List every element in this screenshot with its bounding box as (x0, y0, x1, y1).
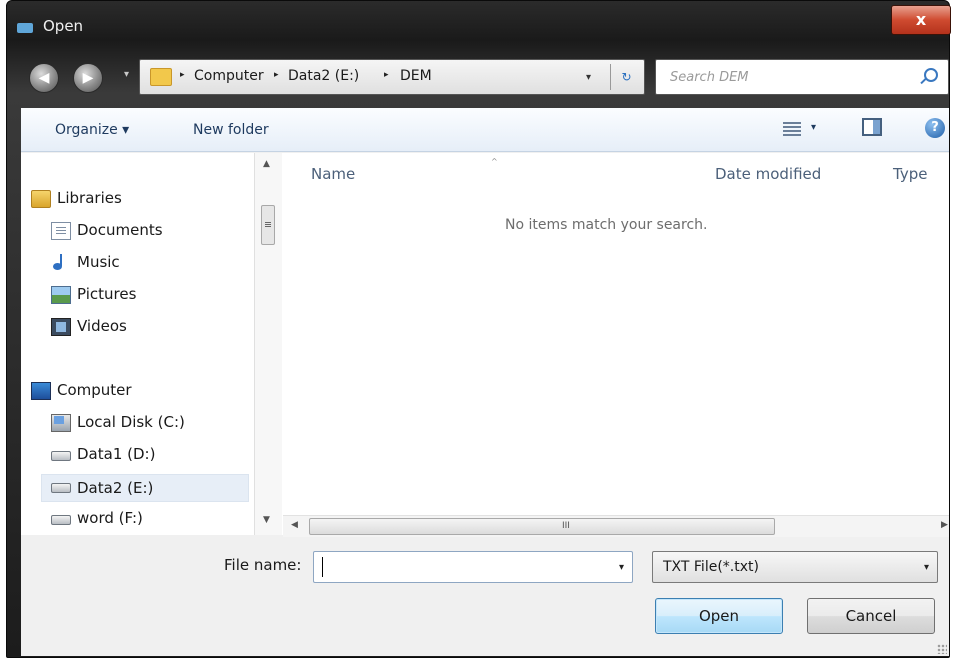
close-button[interactable]: x (891, 5, 951, 35)
column-header-date-modified[interactable]: Date modified (715, 165, 821, 183)
new-folder-button[interactable]: New folder (193, 122, 269, 138)
nav-item-local-disk-c[interactable]: Local Disk (C:) (47, 411, 277, 435)
nav-item-label: Videos (77, 317, 127, 335)
file-list[interactable]: ^ Name Date modified Type No items match… (283, 153, 949, 537)
file-type-dropdown[interactable]: ▾ (924, 562, 929, 573)
nav-item-libraries[interactable]: Libraries (27, 187, 257, 211)
breadcrumb-computer[interactable]: Computer (194, 68, 264, 84)
navigation-scrollbar[interactable]: ▲ ▼ (254, 153, 282, 535)
nav-item-label: Music (77, 253, 120, 271)
nav-item-label: Local Disk (C:) (77, 413, 185, 431)
breadcrumb-separator[interactable]: ▸ (384, 70, 389, 80)
search-icon[interactable] (924, 68, 938, 82)
nav-item-music[interactable]: Music (47, 251, 277, 275)
address-bar[interactable]: ▸ Computer ▸ Data2 (E:) ▸ DEM ▾ ↻ (139, 59, 645, 95)
libraries-icon (31, 190, 51, 208)
window-title: Open (43, 17, 84, 35)
nav-item-word-f[interactable]: word (F:) (47, 507, 277, 531)
nav-item-label: Data1 (D:) (77, 445, 156, 463)
scroll-down-arrow[interactable]: ▼ (263, 515, 270, 525)
command-toolbar: Organize ▾ New folder ▾ ? (21, 108, 949, 152)
nav-item-data2-e[interactable]: Data2 (E:) (41, 474, 249, 502)
scroll-thumb[interactable] (261, 205, 275, 245)
drive-icon (51, 515, 71, 525)
nav-item-videos[interactable]: Videos (47, 315, 277, 339)
nav-item-label: Libraries (57, 189, 122, 207)
organize-button[interactable]: Organize ▾ (55, 122, 129, 138)
nav-item-label: word (F:) (77, 509, 143, 527)
file-name-label: File name: (224, 556, 302, 574)
breadcrumb-separator[interactable]: ▸ (274, 70, 279, 80)
scroll-grip: III (562, 521, 570, 531)
address-dropdown[interactable]: ▾ (586, 72, 591, 83)
app-icon (17, 23, 33, 33)
drive-icon (51, 483, 71, 493)
empty-message: No items match your search. (505, 217, 708, 233)
nav-item-data1-d[interactable]: Data1 (D:) (47, 443, 277, 467)
search-placeholder: Search DEM (670, 70, 749, 85)
videos-icon (51, 318, 71, 336)
cancel-button[interactable]: Cancel (807, 598, 935, 634)
back-button[interactable]: ◀ (29, 63, 59, 93)
nav-item-label: Pictures (77, 285, 137, 303)
file-name-field[interactable]: ▾ (313, 551, 633, 583)
documents-icon (51, 222, 71, 240)
open-button[interactable]: Open (655, 598, 783, 634)
scroll-thumb[interactable]: III (309, 518, 775, 535)
recent-locations-dropdown[interactable]: ▾ (124, 69, 129, 80)
forward-button[interactable]: ▶ (73, 63, 103, 93)
navigation-pane: Libraries Documents Music Pictures Video… (21, 153, 283, 535)
sort-indicator-icon: ^ (491, 157, 498, 166)
computer-icon (31, 382, 51, 400)
help-icon[interactable]: ? (925, 118, 945, 138)
file-name-dropdown[interactable]: ▾ (619, 562, 624, 573)
dialog-window-frame: Open x ◀ ▶ ▾ ▸ Computer ▸ Data2 (E:) ▸ D… (6, 0, 951, 658)
scroll-up-arrow[interactable]: ▲ (263, 159, 270, 169)
folder-icon (150, 68, 172, 86)
pictures-icon (51, 286, 71, 304)
breadcrumb-dem[interactable]: DEM (400, 68, 432, 84)
preview-pane-icon[interactable] (862, 118, 882, 136)
search-input[interactable]: Search DEM (655, 59, 949, 95)
file-type-select[interactable]: TXT File(*.txt) ▾ (652, 551, 938, 583)
nav-item-pictures[interactable]: Pictures (47, 283, 277, 307)
horizontal-scrollbar[interactable]: ◀ III ▶ (283, 515, 949, 537)
drive-icon (51, 451, 71, 461)
scroll-right-arrow[interactable]: ▶ (941, 520, 948, 530)
refresh-button[interactable]: ↻ (610, 64, 642, 90)
file-type-value: TXT File(*.txt) (663, 559, 759, 575)
breadcrumb-data2[interactable]: Data2 (E:) (288, 68, 359, 84)
nav-item-label: Documents (77, 221, 163, 239)
dialog-client-area: Organize ▾ New folder ▾ ? Libraries Docu… (21, 108, 949, 656)
nav-item-label: Computer (57, 381, 132, 399)
nav-item-documents[interactable]: Documents (47, 219, 277, 243)
resize-grip[interactable] (937, 644, 947, 654)
text-caret (322, 557, 323, 577)
local-disk-icon (51, 414, 71, 432)
views-icon[interactable] (783, 122, 801, 136)
nav-item-label: Data2 (E:) (77, 479, 154, 497)
views-dropdown[interactable]: ▾ (811, 122, 816, 133)
nav-item-computer[interactable]: Computer (27, 379, 257, 403)
music-icon (51, 254, 67, 272)
column-header-type[interactable]: Type (893, 165, 927, 183)
breadcrumb-separator[interactable]: ▸ (180, 70, 185, 80)
scroll-left-arrow[interactable]: ◀ (291, 520, 298, 530)
column-header-name[interactable]: Name (311, 165, 355, 183)
